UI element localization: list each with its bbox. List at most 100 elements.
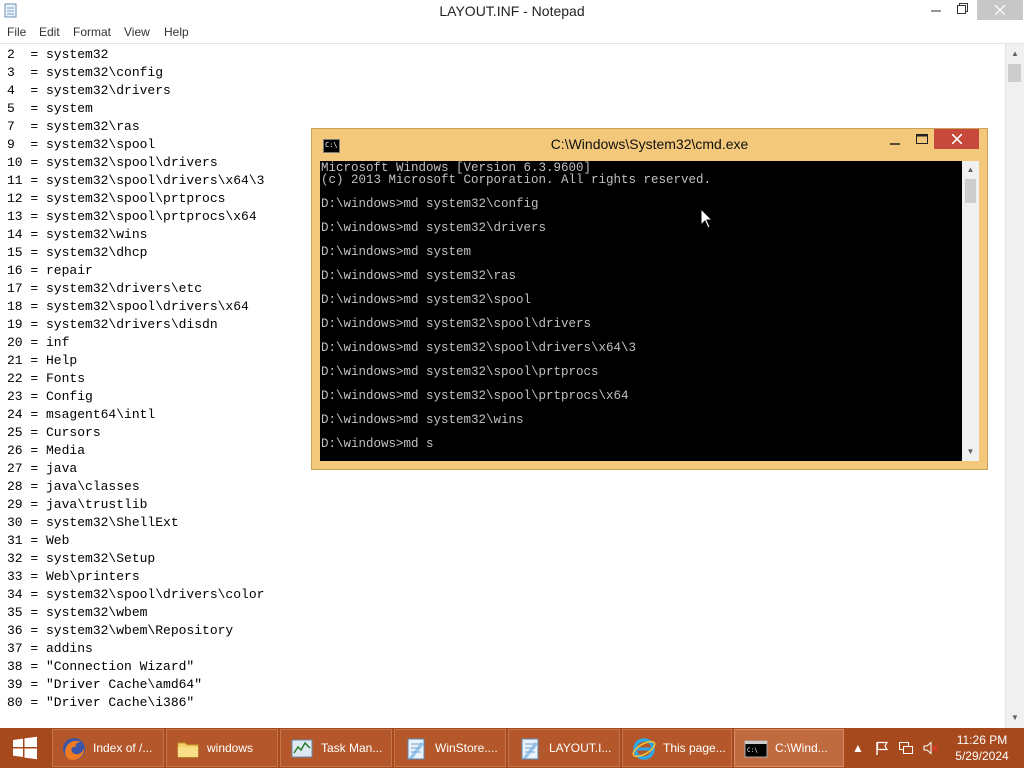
menu-help[interactable]: Help <box>164 25 189 39</box>
notepad-titlebar[interactable]: LAYOUT.INF - Notepad <box>0 0 1024 22</box>
taskbar-button[interactable]: This page... <box>622 729 732 767</box>
minimize-button[interactable] <box>922 0 950 20</box>
start-button[interactable] <box>0 728 50 768</box>
text-line: 37 = addins <box>7 641 93 656</box>
menu-view[interactable]: View <box>124 25 150 39</box>
restore-button[interactable] <box>948 0 976 20</box>
close-button[interactable] <box>977 0 1023 20</box>
close-icon <box>950 133 963 145</box>
scroll-up-icon[interactable]: ▲ <box>1006 46 1024 62</box>
console-line: D:\windows>md system32\spool <box>321 293 532 307</box>
scroll-down-icon[interactable]: ▼ <box>962 444 979 460</box>
taskbar-button[interactable]: LAYOUT.I... <box>508 729 620 767</box>
console-line: D:\windows>md system32\ras <box>321 269 517 283</box>
window-title: LAYOUT.INF - Notepad <box>439 3 585 19</box>
menu-bar: File Edit Format View Help <box>0 23 1024 44</box>
text-line: 29 = java\trustlib <box>7 497 148 512</box>
cmd-titlebar[interactable]: C:\ C:\Windows\System32\cmd.exe <box>312 129 987 161</box>
text-line: 27 = java <box>7 461 78 476</box>
text-line: 7 = system32\ras <box>7 119 140 134</box>
text-line: 32 = system32\Setup <box>7 551 156 566</box>
console-line: D:\windows>md system <box>321 245 472 259</box>
console-line: D:\windows>md system32\config <box>321 197 539 211</box>
cmd-window[interactable]: C:\ C:\Windows\System32\cmd.exe Microsof… <box>311 128 988 470</box>
taskbar-button-label: LAYOUT.I... <box>549 741 612 755</box>
network-icon[interactable] <box>898 740 914 756</box>
text-line: 14 = system32\wins <box>7 227 148 242</box>
text-line: 35 = system32\wbem <box>7 605 148 620</box>
minimize-icon <box>931 10 941 12</box>
taskbar-button[interactable]: Task Man... <box>280 729 392 767</box>
volume-muted-icon[interactable] <box>922 740 938 756</box>
internet-explorer-icon <box>632 738 656 760</box>
console-line: D:\windows>md system32\spool\drivers <box>321 317 592 331</box>
scrollbar-thumb[interactable] <box>965 179 976 203</box>
folder-icon <box>177 742 199 758</box>
close-icon <box>994 4 1006 16</box>
taskbar-button-label: Index of /... <box>93 741 153 755</box>
vertical-scrollbar[interactable]: ▲ ▼ <box>1005 44 1024 728</box>
task-manager-icon <box>291 739 313 758</box>
text-line: 18 = system32\spool\drivers\x64 <box>7 299 249 314</box>
text-line: 36 = system32\wbem\Repository <box>7 623 234 638</box>
notepad-icon <box>407 738 425 760</box>
taskbar-button[interactable]: windows <box>166 729 278 767</box>
text-line: 2 = system32 <box>7 47 109 62</box>
console-line: D:\windows>md system32\spool\prtprocs <box>321 365 599 379</box>
console-output[interactable]: Microsoft Windows [Version 6.3.9600] (c) … <box>320 161 962 461</box>
text-line: 10 = system32\spool\drivers <box>7 155 218 170</box>
console-line: D:\windows>md s <box>321 437 434 451</box>
text-line: 80 = "Driver Cache\i386" <box>7 695 195 710</box>
cmd-icon: C:\ <box>744 740 768 758</box>
text-line: 17 = system32\drivers\etc <box>7 281 203 296</box>
taskbar-button-label: This page... <box>663 741 726 755</box>
console-line: D:\windows>md system32\spool\drivers\x64… <box>321 341 637 355</box>
taskbar-button-label: Task Man... <box>321 741 383 755</box>
cmd-vertical-scrollbar[interactable]: ▲ ▼ <box>962 161 979 461</box>
taskbar-button[interactable]: Index of /... <box>52 729 164 767</box>
text-line: 38 = "Connection Wizard" <box>7 659 195 674</box>
maximize-icon <box>916 134 928 144</box>
text-line: 34 = system32\spool\drivers\color <box>7 587 265 602</box>
text-line: 39 = "Driver Cache\amd64" <box>7 677 203 692</box>
notepad-icon <box>521 738 539 760</box>
text-line: 21 = Help <box>7 353 78 368</box>
clock-time[interactable]: 11:26 PM <box>954 733 1010 747</box>
taskbar-button[interactable]: WinStore.... <box>394 729 506 767</box>
clock-date[interactable]: 5/29/2024 <box>950 749 1014 763</box>
scroll-up-icon[interactable]: ▲ <box>962 162 979 178</box>
text-line: 15 = system32\dhcp <box>7 245 148 260</box>
firefox-icon <box>63 738 85 760</box>
mouse-pointer-icon <box>700 208 714 229</box>
scrollbar-thumb[interactable] <box>1008 64 1021 82</box>
text-line: 28 = java\classes <box>7 479 140 494</box>
console-line: D:\windows>md system32\spool\prtprocs\x6… <box>321 389 629 403</box>
text-line: 23 = Config <box>7 389 93 404</box>
menu-edit[interactable]: Edit <box>39 25 60 39</box>
taskbar-button-label: C:\Wind... <box>775 741 828 755</box>
minimize-icon <box>890 143 900 145</box>
text-line: 24 = msagent64\intl <box>7 407 156 422</box>
taskbar-button[interactable]: C:\ C:\Wind... <box>734 729 844 767</box>
console-line: D:\windows>md system32\wins <box>321 413 524 427</box>
menu-file[interactable]: File <box>7 25 26 39</box>
text-line: 12 = system32\spool\prtprocs <box>7 191 226 206</box>
text-line: 31 = Web <box>7 533 70 548</box>
chevron-up-icon[interactable]: ▲ <box>850 740 866 756</box>
cmd-close-button[interactable] <box>934 129 979 149</box>
text-line: 5 = system <box>7 101 93 116</box>
text-line: 4 = system32\drivers <box>7 83 171 98</box>
cmd-maximize-button[interactable] <box>913 131 931 149</box>
scroll-down-icon[interactable]: ▼ <box>1006 710 1024 726</box>
text-line: 3 = system32\config <box>7 65 164 80</box>
taskbar: Index of /... windows Task Man... WinStore.… <box>0 728 1024 768</box>
cmd-minimize-button[interactable] <box>886 133 904 151</box>
text-line: 11 = system32\spool\drivers\x64\3 <box>7 173 265 188</box>
text-line: 25 = Cursors <box>7 425 101 440</box>
menu-format[interactable]: Format <box>73 25 111 39</box>
action-center-flag-icon[interactable] <box>874 740 890 756</box>
taskbar-button-label: windows <box>207 741 254 755</box>
text-line: 33 = Web\printers <box>7 569 140 584</box>
text-line: 19 = system32\drivers\disdn <box>7 317 218 332</box>
windows-logo-icon <box>13 736 37 760</box>
